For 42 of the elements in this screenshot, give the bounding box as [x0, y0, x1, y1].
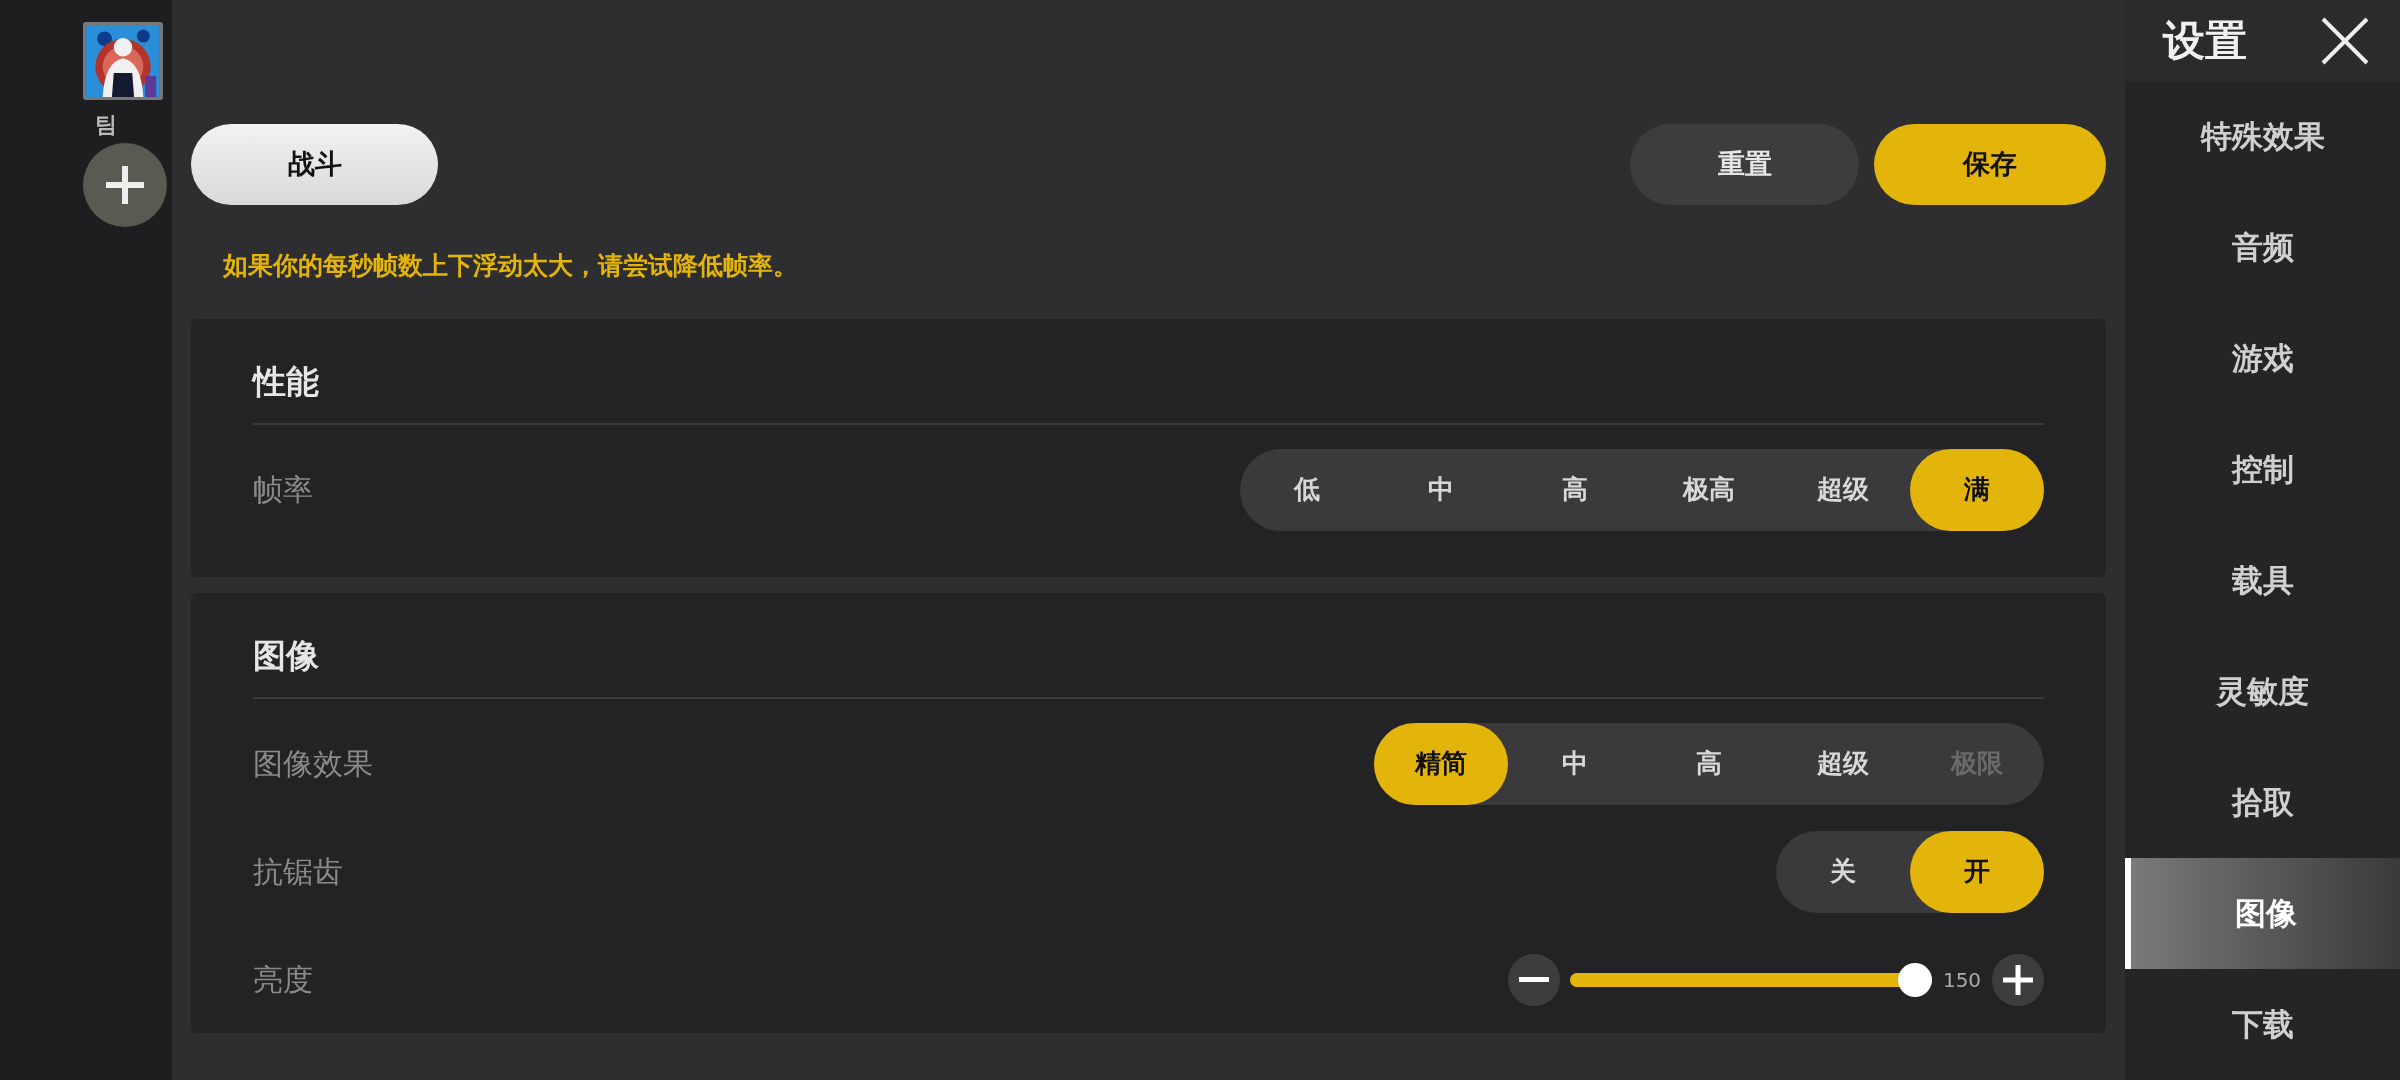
option[interactable]: 精简	[1374, 722, 1508, 805]
option[interactable]: 超级	[1776, 722, 1910, 805]
setting-label: 图像效果	[253, 745, 373, 783]
slider-thumb[interactable]	[1898, 962, 1932, 997]
option[interactable]: 高	[1508, 448, 1642, 531]
option[interactable]: 超级	[1776, 448, 1910, 531]
section-title: 性能	[253, 361, 319, 403]
save-button[interactable]: 保存	[1874, 124, 2106, 205]
sidebar-item[interactable]: 载具	[2125, 525, 2400, 636]
option[interactable]: 极高	[1642, 448, 1776, 531]
sidebar-item[interactable]: 游戏	[2125, 303, 2400, 414]
close-icon	[2321, 16, 2369, 65]
sidebar-item[interactable]: 图像	[2125, 858, 2400, 969]
option[interactable]: 满	[1910, 448, 2044, 531]
minus-button[interactable]	[1508, 953, 1560, 1006]
notice-text: 如果你的每秒帧数上下浮动太大，请尝试降低帧率。	[223, 250, 799, 282]
option[interactable]: 低	[1240, 448, 1374, 531]
slider-value: 150	[1942, 966, 1982, 994]
minus-icon	[1519, 976, 1549, 983]
option[interactable]: 开	[1910, 830, 2044, 913]
mode-tab[interactable]: 战斗	[191, 124, 438, 205]
plus-icon	[106, 166, 144, 204]
sidebar-item[interactable]: 下载	[2125, 969, 2400, 1080]
sidebar-item[interactable]: 控制	[2125, 414, 2400, 525]
sidebar-item[interactable]: 特殊效果	[2125, 81, 2400, 192]
option[interactable]: 中	[1508, 722, 1642, 805]
setting-label: 亮度	[253, 961, 313, 999]
panel-title: 设置	[2163, 15, 2247, 67]
section-title: 图像	[253, 635, 319, 677]
sidebar-item[interactable]: 灵敏度	[2125, 636, 2400, 747]
setting-label: 抗锯齿	[253, 853, 343, 891]
plus-button[interactable]	[1992, 953, 2044, 1006]
brightness-slider[interactable]	[1570, 962, 1932, 997]
setting-label: 帧率	[253, 471, 313, 509]
plus-icon	[2003, 964, 2033, 995]
reset-button[interactable]: 重置	[1630, 124, 1859, 205]
sidebar-item[interactable]: 拾取	[2125, 747, 2400, 858]
option[interactable]: 关	[1776, 830, 1910, 913]
option[interactable]: 高	[1642, 722, 1776, 805]
option[interactable]: 中	[1374, 448, 1508, 531]
sidebar-item[interactable]: 音频	[2125, 192, 2400, 303]
team-label: 팀	[95, 111, 117, 139]
